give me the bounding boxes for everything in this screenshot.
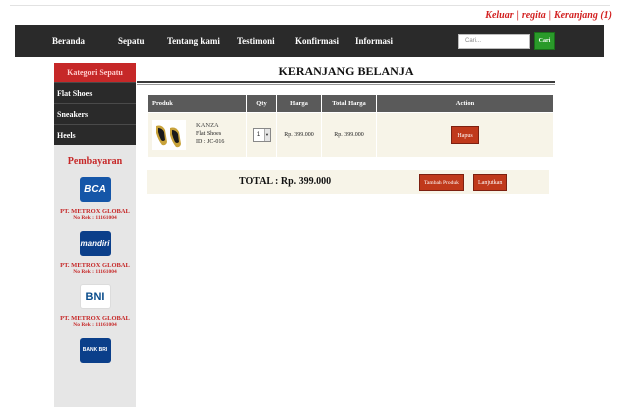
bank-account-name: PT. METROX GLOBAL — [60, 262, 130, 269]
cart-total-row: TOTAL : Rp. 399.000 Tambah Produk Lanjut… — [147, 170, 549, 194]
bni-logo: BNI — [79, 284, 111, 309]
quantity-value: 1 — [256, 132, 261, 138]
category-heels[interactable]: Heels — [54, 124, 136, 145]
bank-account-number: No Rek : 11161004 — [73, 215, 117, 221]
search-button[interactable]: Cari — [534, 32, 555, 50]
nav-tentang-kami[interactable]: Tentang kami — [167, 25, 220, 57]
product-id: ID : JC-016 — [196, 139, 225, 145]
category-title: Kategori Sepatu — [54, 63, 136, 82]
product-image[interactable] — [152, 120, 186, 150]
product-brand: KANZA — [196, 122, 219, 129]
column-header-produk: Produk — [148, 95, 246, 112]
category-sneakers[interactable]: Sneakers — [54, 103, 136, 124]
logout-link[interactable]: Keluar — [485, 10, 513, 21]
product-info: KANZA Flat Shoes ID : JC-016 — [196, 122, 224, 146]
continue-button[interactable]: Lanjutkan — [473, 174, 508, 191]
column-header-action: Action — [377, 95, 553, 112]
column-header-harga: Harga — [277, 95, 321, 112]
main-navbar: Beranda Sepatu Tentang kami Testimoni Ko… — [15, 25, 604, 57]
bank-account-number: No Rek : 11161004 — [73, 269, 117, 275]
qty-cell: 1 ▼ — [247, 113, 276, 157]
quantity-select[interactable]: 1 ▼ — [252, 128, 271, 142]
bank-account-number: No Rek : 11161004 — [73, 322, 117, 328]
nav-sepatu[interactable]: Sepatu — [118, 25, 145, 57]
sidebar: Kategori Sepatu Flat Shoes Sneakers Heel… — [54, 63, 136, 407]
product-name: Flat Shoes — [196, 131, 222, 137]
nav-konfirmasi[interactable]: Konfirmasi — [295, 25, 339, 57]
top-user-links: Keluar | regita | Keranjang (1) — [485, 10, 612, 21]
bca-logo: BCA — [79, 177, 111, 202]
category-flat-shoes[interactable]: Flat Shoes — [54, 82, 136, 103]
total-price-cell: Rp. 399.000 — [322, 113, 376, 157]
title-divider-thin — [137, 84, 555, 85]
bank-account-name: PT. METROX GLOBAL — [60, 315, 130, 322]
top-divider — [10, 0, 610, 6]
title-divider — [137, 81, 555, 83]
table-row: KANZA Flat Shoes ID : JC-016 1 ▼ Rp. 399.… — [148, 113, 553, 157]
cart-table: Produk Qty Harga Total Harga Action KANZ… — [147, 94, 554, 158]
bank-account-name: PT. METROX GLOBAL — [60, 208, 130, 215]
cart-panel: KERANJANG BELANJA Produk Qty Harga Total… — [137, 63, 555, 194]
link-separator: | — [548, 10, 551, 21]
add-product-button[interactable]: Tambah Produk — [419, 174, 464, 191]
column-header-total-harga: Total Harga — [322, 95, 376, 112]
cart-total: TOTAL : Rp. 399.000 — [239, 176, 332, 187]
bri-logo: BANK BRI — [79, 338, 111, 363]
search-input[interactable]: Cari... — [458, 34, 530, 49]
chevron-down-icon[interactable]: ▼ — [263, 129, 270, 141]
nav-beranda[interactable]: Beranda — [52, 25, 85, 57]
link-separator: | — [516, 10, 519, 21]
price-cell: Rp. 399.000 — [277, 113, 321, 157]
page-title: KERANJANG BELANJA — [278, 64, 414, 78]
payment-title: Pembayaran — [67, 156, 123, 167]
product-cell: KANZA Flat Shoes ID : JC-016 — [148, 113, 246, 157]
mandiri-logo: mandiri — [79, 231, 111, 256]
column-header-qty: Qty — [247, 95, 276, 112]
action-cell: Hapus — [377, 113, 553, 157]
table-header-row: Produk Qty Harga Total Harga Action — [148, 95, 553, 112]
nav-informasi[interactable]: Informasi — [355, 25, 393, 57]
cart-link[interactable]: Keranjang (1) — [554, 10, 612, 21]
nav-testimoni[interactable]: Testimoni — [237, 25, 275, 57]
username-link[interactable]: regita — [522, 10, 546, 21]
delete-item-button[interactable]: Hapus — [451, 126, 479, 144]
